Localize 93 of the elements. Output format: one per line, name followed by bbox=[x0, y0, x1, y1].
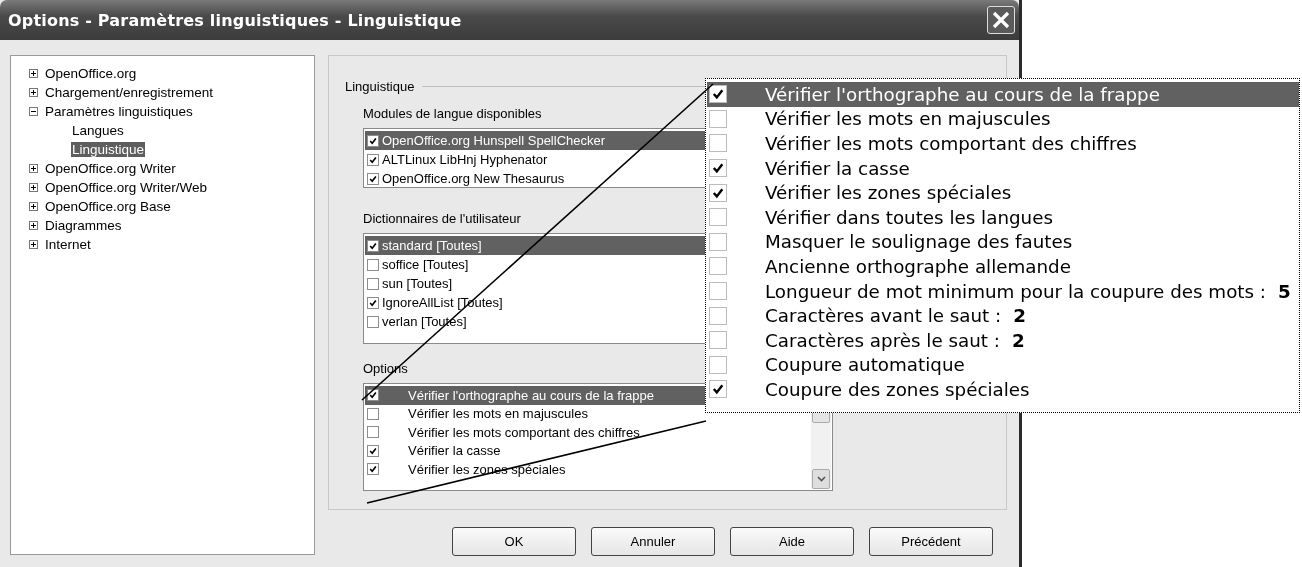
option-label: Vérifier l'orthographe au cours de la frappe bbox=[765, 83, 1160, 105]
expand-icon[interactable] bbox=[29, 183, 38, 192]
expand-icon[interactable] bbox=[29, 202, 38, 211]
checkbox[interactable] bbox=[367, 258, 379, 271]
item-label: OpenOffice.org New Thesaurus bbox=[382, 171, 565, 186]
zoomed-option[interactable]: Vérifier dans toutes les langues bbox=[707, 204, 1299, 230]
zoomed-option[interactable]: Coupure automatique bbox=[707, 352, 1299, 378]
checkbox[interactable] bbox=[709, 355, 727, 374]
option-label: Vérifier les mots en majuscules bbox=[765, 108, 1051, 130]
tree-item[interactable]: OpenOffice.org Writer/Web bbox=[44, 180, 209, 195]
checkbox[interactable] bbox=[709, 380, 727, 399]
option-value: 2 bbox=[1011, 329, 1025, 351]
option-value: 5 bbox=[1278, 280, 1291, 302]
item-label: Vérifier la casse bbox=[408, 443, 501, 459]
checkbox[interactable] bbox=[367, 463, 379, 476]
item-label: Vérifier les mots en majuscules bbox=[408, 406, 588, 422]
close-icon bbox=[991, 10, 1011, 30]
option-label: Longueur de mot minimum pour la coupure des mots : bbox=[765, 280, 1266, 302]
window-title: Options - Paramètres linguistiques - Linguistique bbox=[8, 10, 462, 30]
checkbox[interactable] bbox=[367, 134, 379, 147]
item-label: OpenOffice.org Hunspell SpellChecker bbox=[382, 133, 606, 148]
option-value: 2 bbox=[1013, 305, 1026, 327]
list-item[interactable]: Vérifier les mots comportant des chiffres bbox=[365, 423, 810, 442]
zoomed-option[interactable]: Vérifier les mots en majuscules bbox=[707, 106, 1299, 132]
checkbox[interactable] bbox=[709, 282, 727, 301]
option-label: Caractères avant le saut : bbox=[765, 305, 1002, 327]
checkbox[interactable] bbox=[709, 208, 727, 227]
option-label: Vérifier les zones spéciales bbox=[765, 182, 1012, 204]
option-label: Caractères après le saut : bbox=[765, 329, 1000, 351]
expand-icon[interactable] bbox=[29, 240, 38, 249]
checkbox[interactable] bbox=[367, 296, 379, 309]
tree-item[interactable]: OpenOffice.org Base bbox=[44, 199, 172, 214]
tree-item[interactable]: OpenOffice.org bbox=[44, 66, 138, 81]
zoomed-option[interactable]: Vérifier l'orthographe au cours de la frappe bbox=[707, 82, 1299, 107]
checkbox[interactable] bbox=[367, 444, 379, 457]
list-caption: Dictionnaires de l'utilisateur bbox=[363, 211, 521, 226]
close-button[interactable] bbox=[987, 6, 1015, 34]
tree-item[interactable]: OpenOffice.org Writer bbox=[44, 161, 177, 176]
checkbox[interactable] bbox=[709, 109, 727, 128]
checkbox[interactable] bbox=[367, 277, 379, 290]
option-label: Vérifier dans toutes les langues bbox=[765, 206, 1053, 228]
dialog-button[interactable]: Aide bbox=[730, 527, 854, 556]
item-label: Vérifier les zones spéciales bbox=[408, 461, 566, 477]
checkbox[interactable] bbox=[709, 306, 727, 325]
zoomed-option[interactable]: Longueur de mot minimum pour la coupure des mots : 5 bbox=[707, 278, 1299, 304]
item-label: Vérifier l'orthographe au cours de la frappe bbox=[408, 387, 655, 403]
expand-icon[interactable] bbox=[29, 164, 38, 173]
option-label: Vérifier la casse bbox=[765, 157, 910, 179]
expand-icon[interactable] bbox=[29, 221, 38, 230]
tree-item[interactable]: Linguistique bbox=[71, 142, 146, 157]
checkbox[interactable] bbox=[367, 172, 379, 185]
expand-icon[interactable] bbox=[29, 88, 38, 97]
expand-icon[interactable] bbox=[29, 69, 38, 78]
dialog-button[interactable]: Précédent bbox=[869, 527, 993, 556]
checkbox[interactable] bbox=[367, 239, 379, 252]
dialog-button[interactable]: OK bbox=[452, 527, 576, 556]
checkbox[interactable] bbox=[709, 159, 727, 178]
section-title: Linguistique bbox=[345, 79, 415, 94]
list-item[interactable]: Vérifier les mots en majuscules bbox=[365, 404, 810, 423]
dialog-button[interactable]: Annuler bbox=[591, 527, 715, 556]
checkbox[interactable] bbox=[709, 232, 727, 251]
item-label: soffice [Toutes] bbox=[382, 257, 469, 272]
checkbox[interactable] bbox=[709, 257, 727, 276]
option-label: Ancienne orthographe allemande bbox=[765, 255, 1071, 277]
zoomed-option[interactable]: Ancienne orthographe allemande bbox=[707, 254, 1299, 279]
item-label: Vérifier les mots comportant des chiffres bbox=[408, 424, 640, 440]
tree-item[interactable]: Diagrammes bbox=[44, 218, 123, 233]
zoomed-option[interactable]: Caractères avant le saut : 2 bbox=[707, 303, 1299, 328]
collapse-icon[interactable] bbox=[29, 107, 38, 116]
tree-item[interactable]: Langues bbox=[71, 123, 125, 138]
zoomed-option[interactable]: Vérifier les zones spéciales bbox=[707, 180, 1299, 205]
zoomed-option[interactable]: Caractères après le saut : 2 bbox=[707, 327, 1299, 353]
checkbox[interactable] bbox=[367, 315, 379, 328]
checkbox[interactable] bbox=[367, 426, 379, 439]
list-caption: Modules de langue disponibles bbox=[363, 106, 542, 121]
checkbox[interactable] bbox=[367, 153, 379, 166]
checkbox[interactable] bbox=[709, 331, 727, 350]
tree-item[interactable]: Paramètres linguistiques bbox=[44, 104, 194, 119]
checkbox[interactable] bbox=[709, 183, 727, 202]
checkbox[interactable] bbox=[709, 85, 727, 104]
scroll-down-button[interactable] bbox=[812, 469, 830, 489]
checkbox[interactable] bbox=[709, 134, 727, 153]
tree-item[interactable]: Internet bbox=[44, 237, 92, 252]
list-item[interactable]: Vérifier les zones spéciales bbox=[365, 460, 810, 479]
item-label: sun [Toutes] bbox=[382, 276, 453, 291]
checkbox[interactable] bbox=[367, 407, 379, 420]
option-label: Coupure automatique bbox=[765, 354, 965, 376]
chevron-down-icon bbox=[816, 476, 826, 482]
zoomed-option[interactable]: Vérifier la casse bbox=[707, 155, 1299, 181]
item-label: ALTLinux LibHnj Hyphenator bbox=[382, 152, 548, 167]
list-item[interactable]: Vérifier la casse bbox=[365, 441, 810, 460]
item-label: standard [Toutes] bbox=[382, 238, 482, 253]
tree-item[interactable]: Chargement/enregistrement bbox=[44, 85, 215, 100]
